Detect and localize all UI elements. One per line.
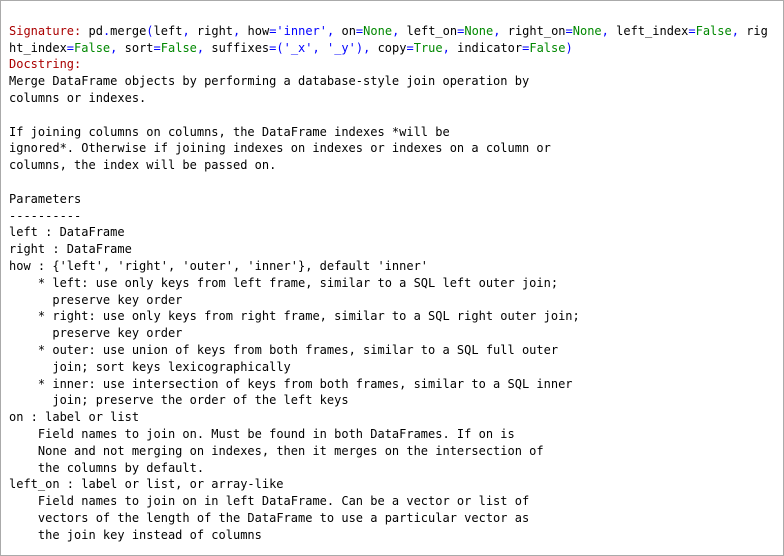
token: False — [161, 41, 197, 55]
signature-label: Signature: — [9, 24, 88, 38]
token: ), — [356, 41, 370, 55]
token — [240, 24, 247, 38]
token: 'inner' — [276, 24, 327, 38]
token: right — [197, 24, 233, 38]
token: left_index — [616, 24, 688, 38]
token: on — [341, 24, 355, 38]
token: False — [696, 24, 732, 38]
token: None — [573, 24, 602, 38]
token: left — [154, 24, 183, 38]
token: , — [602, 24, 609, 38]
token: = — [566, 24, 573, 38]
token — [320, 41, 327, 55]
token: pd — [88, 24, 102, 38]
token: , — [732, 24, 739, 38]
token: False — [74, 41, 110, 55]
token — [450, 41, 457, 55]
token: , — [182, 24, 189, 38]
token — [117, 41, 124, 55]
token: left_on — [407, 24, 458, 38]
docstring-body: Merge DataFrame objects by performing a … — [9, 74, 580, 542]
docstring-label: Docstring: — [9, 57, 81, 71]
token: = — [406, 41, 413, 55]
token: indicator — [457, 41, 522, 55]
token: = — [154, 41, 161, 55]
token — [500, 24, 507, 38]
token: =( — [269, 41, 283, 55]
token: '_x' — [284, 41, 313, 55]
token: None — [363, 24, 392, 38]
token: None — [464, 24, 493, 38]
token: '_y' — [327, 41, 356, 55]
token: merge — [110, 24, 146, 38]
token: , — [313, 41, 320, 55]
token: , — [443, 41, 450, 55]
token: copy — [378, 41, 407, 55]
signature-tokens: pd.merge(left, right, how='inner', on=No… — [9, 24, 768, 55]
token: right_on — [508, 24, 566, 38]
token: sort — [125, 41, 154, 55]
token: = — [67, 41, 74, 55]
token: ) — [565, 41, 572, 55]
token: False — [529, 41, 565, 55]
token — [370, 41, 377, 55]
token — [399, 24, 406, 38]
token — [190, 24, 197, 38]
token: how — [248, 24, 270, 38]
token: suffixes — [211, 41, 269, 55]
token: True — [414, 41, 443, 55]
docstring-cell: ↗Signature: pd.merge(left, right, how='i… — [0, 0, 784, 556]
token: ( — [146, 24, 153, 38]
token: = — [688, 24, 695, 38]
